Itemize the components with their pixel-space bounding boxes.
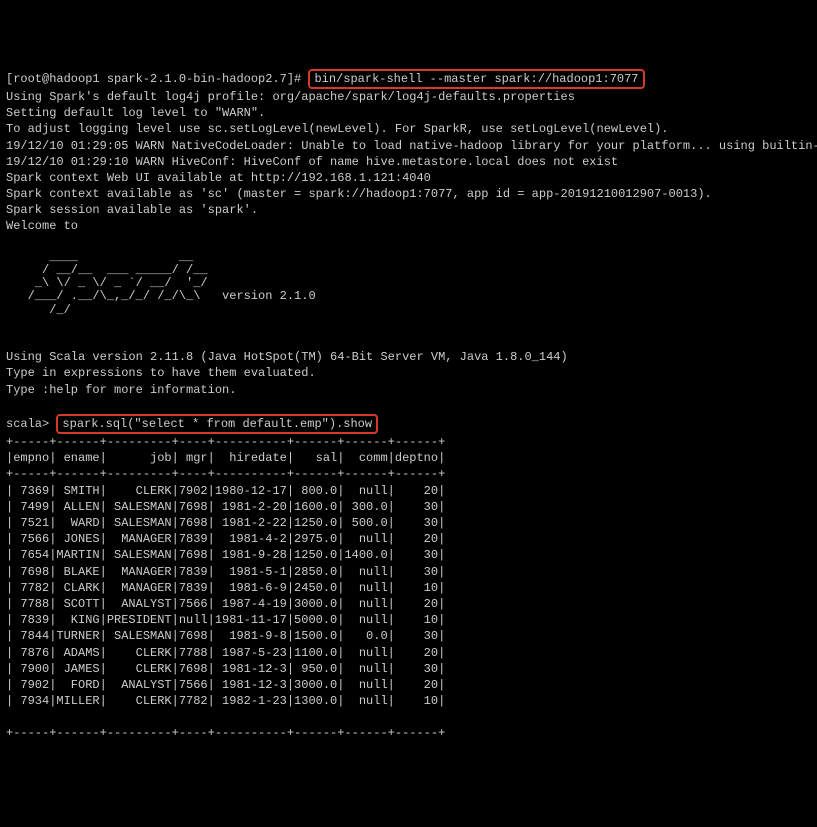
table-row: | 7839| KING|PRESIDENT|null|1981-11-17|5… xyxy=(6,613,445,627)
table-row: | 7566| JONES| MANAGER|7839| 1981-4-2|29… xyxy=(6,532,445,546)
table-row: | 7876| ADAMS| CLERK|7788| 1987-5-23|110… xyxy=(6,646,445,660)
scala-command: spark.sql("select * from default.emp").s… xyxy=(56,414,378,434)
scala-prompt: scala> xyxy=(6,417,49,431)
table-row: | 7698| BLAKE| MANAGER|7839| 1981-5-1|28… xyxy=(6,565,445,579)
shell-command-1: bin/spark-shell --master spark://hadoop1… xyxy=(308,69,644,89)
spark-logo-ascii: ____ __ / __/__ ___ _____/ /__ _\ \/ _ \… xyxy=(6,251,811,317)
table-row: | 7521| WARD| SALESMAN|7698| 1981-2-22|1… xyxy=(6,516,445,530)
table-row: | 7788| SCOTT| ANALYST|7566| 1987-4-19|3… xyxy=(6,597,445,611)
log-block: Using Spark's default log4j profile: org… xyxy=(6,89,811,235)
table-row: | 7934|MILLER| CLERK|7782| 1982-1-23|130… xyxy=(6,694,445,708)
table-separator-mid: +-----+------+---------+----+----------+… xyxy=(6,467,445,481)
table-row: | 7499| ALLEN| SALESMAN|7698| 1981-2-20|… xyxy=(6,500,445,514)
post-logo-block: Using Scala version 2.11.8 (Java HotSpot… xyxy=(6,333,811,398)
table-body: | 7369| SMITH| CLERK|7902|1980-12-17| 80… xyxy=(6,483,811,710)
table-header: |empno| ename| job| mgr| hiredate| sal| … xyxy=(6,451,445,465)
table-separator-bottom: +-----+------+---------+----+----------+… xyxy=(6,726,445,740)
terminal-output[interactable]: [root@hadoop1 spark-2.1.0-bin-hadoop2.7]… xyxy=(6,69,811,742)
table-row: | 7902| FORD| ANALYST|7566| 1981-12-3|30… xyxy=(6,678,445,692)
table-separator-top: +-----+------+---------+----+----------+… xyxy=(6,435,445,449)
table-row: | 7654|MARTIN| SALESMAN|7698| 1981-9-28|… xyxy=(6,548,445,562)
table-row: | 7844|TURNER| SALESMAN|7698| 1981-9-8|1… xyxy=(6,629,445,643)
shell-prompt: [root@hadoop1 spark-2.1.0-bin-hadoop2.7]… xyxy=(6,72,301,86)
table-row: | 7782| CLARK| MANAGER|7839| 1981-6-9|24… xyxy=(6,581,445,595)
table-row: | 7369| SMITH| CLERK|7902|1980-12-17| 80… xyxy=(6,484,445,498)
table-row: | 7900| JAMES| CLERK|7698| 1981-12-3| 95… xyxy=(6,662,445,676)
